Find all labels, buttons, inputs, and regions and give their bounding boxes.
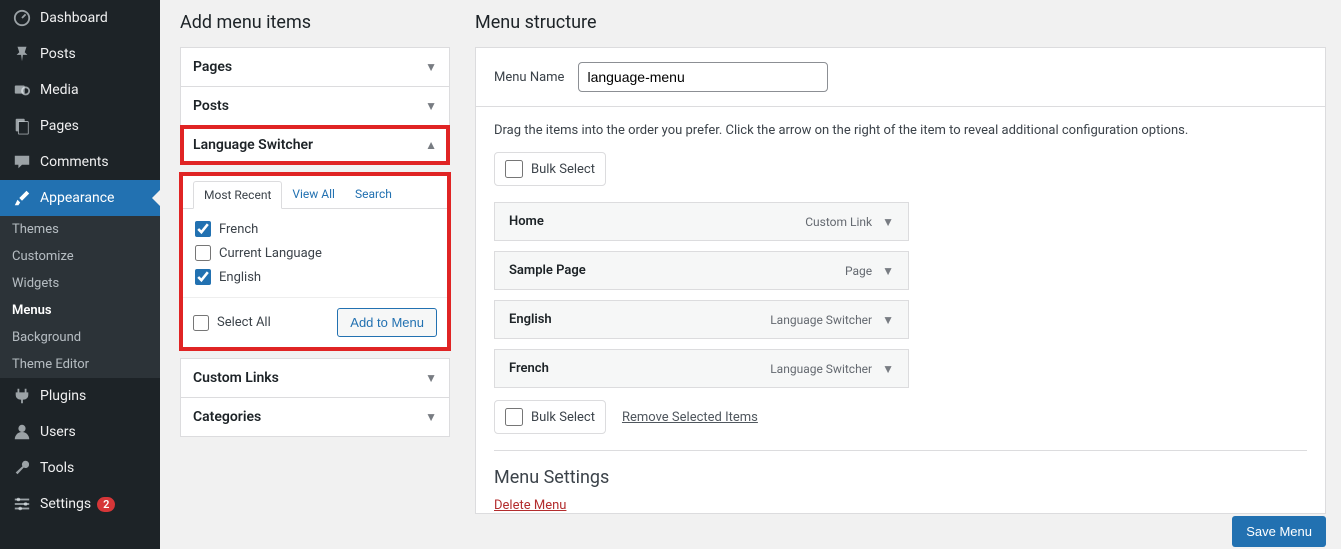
submenu-customize[interactable]: Customize: [0, 243, 160, 270]
accordion-pages[interactable]: Pages ▼: [180, 47, 450, 87]
accordion-language-switcher[interactable]: Language Switcher ▲: [180, 126, 450, 165]
submenu-menus[interactable]: Menus: [0, 297, 160, 324]
caret-down-icon[interactable]: ▼: [882, 313, 894, 327]
page-icon: [12, 116, 32, 136]
sidebar-item-pages[interactable]: Pages: [0, 108, 160, 144]
menu-item-english[interactable]: English Language Switcher▼: [494, 300, 909, 339]
user-icon: [12, 422, 32, 442]
language-switcher-panel: Most Recent View All Search French Curre…: [180, 173, 450, 350]
plug-icon: [12, 386, 32, 406]
option-french[interactable]: French: [195, 221, 435, 237]
sliders-icon: [12, 494, 32, 514]
sidebar-label: Dashboard: [40, 10, 108, 26]
checkbox-select-all[interactable]: [193, 315, 209, 331]
appearance-submenu: Themes Customize Widgets Menus Backgroun…: [0, 216, 160, 378]
sidebar-label: Tools: [40, 460, 74, 476]
bulk-select-checkbox[interactable]: [505, 160, 523, 178]
accordion-label: Custom Links: [193, 370, 279, 386]
submenu-background[interactable]: Background: [0, 324, 160, 351]
sidebar-label: Users: [40, 424, 76, 440]
tab-search[interactable]: Search: [345, 181, 402, 208]
comment-icon: [12, 152, 32, 172]
accordion-label: Language Switcher: [193, 137, 313, 153]
caret-down-icon: ▼: [425, 371, 437, 385]
checkbox-current-language[interactable]: [195, 245, 211, 261]
accordion-posts[interactable]: Posts ▼: [180, 87, 450, 126]
tab-view-all[interactable]: View All: [282, 181, 345, 208]
menu-item-home[interactable]: Home Custom Link▼: [494, 202, 909, 241]
sidebar-item-tools[interactable]: Tools: [0, 450, 160, 486]
sidebar-item-settings[interactable]: Settings 2: [0, 486, 160, 522]
submenu-themes[interactable]: Themes: [0, 216, 160, 243]
sidebar-label: Settings: [40, 496, 91, 512]
option-english[interactable]: English: [195, 269, 435, 285]
menu-item-sample-page[interactable]: Sample Page Page▼: [494, 251, 909, 290]
sidebar-item-plugins[interactable]: Plugins: [0, 378, 160, 414]
wrench-icon: [12, 458, 32, 478]
settings-badge: 2: [97, 497, 115, 512]
menu-items-list: Home Custom Link▼ Sample Page Page▼ Engl…: [494, 202, 1307, 388]
save-menu-button[interactable]: Save Menu: [1232, 516, 1326, 547]
sidebar-item-dashboard[interactable]: Dashboard: [0, 0, 160, 36]
sidebar-label: Posts: [40, 46, 76, 62]
dashboard-icon: [12, 8, 32, 28]
submenu-theme-editor[interactable]: Theme Editor: [0, 351, 160, 378]
accordion-label: Pages: [193, 59, 232, 75]
menu-structure-title: Menu structure: [475, 12, 1326, 33]
bulk-select-bottom[interactable]: Bulk Select: [494, 400, 606, 434]
admin-sidebar: Dashboard Posts Media Pages Comments App…: [0, 0, 160, 549]
sidebar-label: Pages: [40, 118, 79, 134]
menu-name-input[interactable]: [578, 62, 828, 92]
accordion-categories[interactable]: Categories ▼: [180, 398, 450, 437]
caret-down-icon: ▼: [425, 410, 437, 424]
remove-selected-link[interactable]: Remove Selected Items: [622, 410, 758, 425]
menu-settings-heading: Menu Settings: [494, 450, 1307, 488]
caret-up-icon: ▲: [425, 138, 437, 152]
help-text: Drag the items into the order you prefer…: [494, 123, 1307, 138]
sidebar-label: Appearance: [40, 190, 114, 206]
caret-down-icon: ▼: [425, 60, 437, 74]
sidebar-item-users[interactable]: Users: [0, 414, 160, 450]
delete-menu-link[interactable]: Delete Menu: [494, 498, 566, 513]
caret-down-icon[interactable]: ▼: [882, 215, 894, 229]
caret-down-icon[interactable]: ▼: [882, 264, 894, 278]
select-all[interactable]: Select All: [193, 315, 271, 331]
sidebar-item-comments[interactable]: Comments: [0, 144, 160, 180]
add-menu-items-title: Add menu items: [180, 12, 450, 33]
bulk-select-checkbox-bottom[interactable]: [505, 408, 523, 426]
menu-name-row: Menu Name: [475, 47, 1326, 106]
accordion-label: Posts: [193, 98, 229, 114]
accordion-label: Categories: [193, 409, 261, 425]
menu-name-label: Menu Name: [494, 70, 564, 85]
option-current-language[interactable]: Current Language: [195, 245, 435, 261]
brush-icon: [12, 188, 32, 208]
sidebar-item-posts[interactable]: Posts: [0, 36, 160, 72]
sidebar-item-appearance[interactable]: Appearance: [0, 180, 160, 216]
caret-down-icon[interactable]: ▼: [882, 362, 894, 376]
menu-item-french[interactable]: French Language Switcher▼: [494, 349, 909, 388]
sidebar-item-media[interactable]: Media: [0, 72, 160, 108]
add-to-menu-button[interactable]: Add to Menu: [337, 308, 437, 337]
sidebar-label: Comments: [40, 154, 109, 170]
tab-most-recent[interactable]: Most Recent: [193, 181, 282, 209]
sidebar-label: Plugins: [40, 388, 86, 404]
submenu-widgets[interactable]: Widgets: [0, 270, 160, 297]
pin-icon: [12, 44, 32, 64]
accordion-custom-links[interactable]: Custom Links ▼: [180, 358, 450, 398]
media-icon: [12, 80, 32, 100]
sidebar-label: Media: [40, 82, 79, 98]
tabs: Most Recent View All Search: [181, 173, 449, 209]
checkbox-english[interactable]: [195, 269, 211, 285]
caret-down-icon: ▼: [425, 99, 437, 113]
checkbox-french[interactable]: [195, 221, 211, 237]
bulk-select-top[interactable]: Bulk Select: [494, 152, 606, 186]
